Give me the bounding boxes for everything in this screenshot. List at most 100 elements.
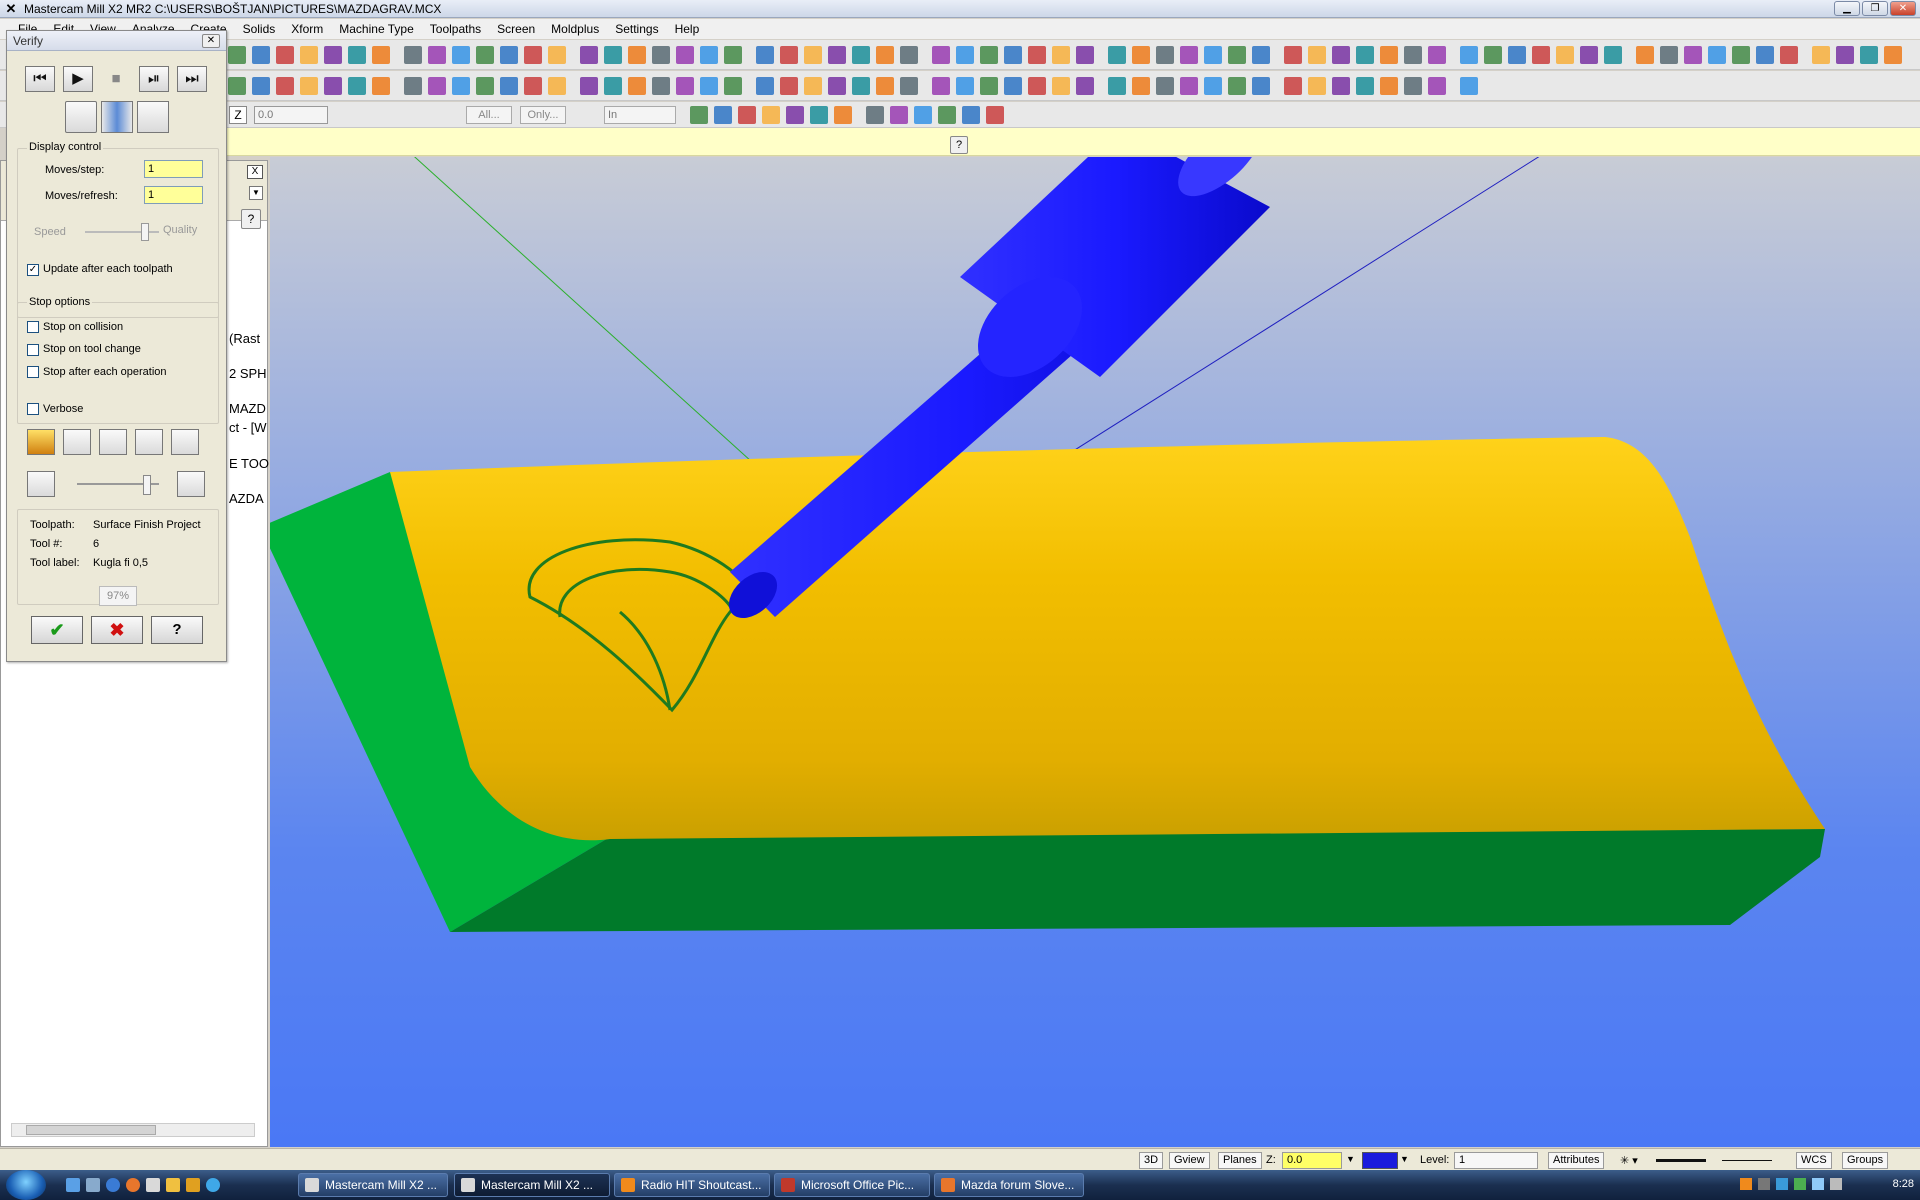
toolbar-icon[interactable] — [980, 46, 998, 64]
toolbar-icon[interactable] — [1484, 46, 1502, 64]
menu-screen[interactable]: Screen — [489, 22, 543, 36]
graphics-viewport[interactable] — [270, 157, 1920, 1147]
toolbar-icon[interactable] — [700, 77, 718, 95]
display-mode-icon[interactable] — [65, 101, 97, 133]
toolbar-icon[interactable] — [1508, 46, 1526, 64]
point-style-icon[interactable]: ✳ ▾ — [1620, 1154, 1638, 1167]
tray-mixer-icon[interactable] — [1758, 1178, 1770, 1190]
toolbar-icon[interactable] — [756, 46, 774, 64]
toolbar-icon[interactable] — [932, 77, 950, 95]
toolbar-icon[interactable] — [1836, 46, 1854, 64]
opmgr-horizontal-scrollbar[interactable] — [11, 1123, 255, 1137]
toolbar-icon[interactable] — [1428, 46, 1446, 64]
toolbar-icon[interactable] — [1284, 77, 1302, 95]
tool-display-icon[interactable] — [137, 101, 169, 133]
fast-forward-button[interactable]: ⏭ — [177, 66, 207, 92]
taskbar-item-active[interactable]: Mastercam Mill X2 ... — [454, 1173, 610, 1197]
line-style-icon[interactable] — [1656, 1159, 1706, 1162]
toolbar-icon[interactable] — [1684, 46, 1702, 64]
toolbar-icon[interactable] — [1660, 46, 1678, 64]
toolbar-icon[interactable] — [604, 46, 622, 64]
toolbar-icon[interactable] — [914, 106, 932, 124]
toolbar-icon[interactable] — [676, 46, 694, 64]
chart-icon[interactable] — [99, 429, 127, 455]
toolbar-icon[interactable] — [228, 77, 246, 95]
toolbar-icon[interactable] — [524, 46, 542, 64]
toolbar-icon[interactable] — [890, 106, 908, 124]
explorer-icon[interactable] — [166, 1178, 180, 1192]
fast-run-icon[interactable] — [177, 471, 205, 497]
menu-xform[interactable]: Xform — [283, 22, 331, 36]
turbo-mode-icon[interactable] — [101, 101, 133, 133]
gview-button[interactable]: Gview — [1169, 1152, 1210, 1169]
scrollbar-thumb[interactable] — [26, 1125, 156, 1135]
ribbon-help-icon[interactable]: ? — [950, 136, 968, 154]
toolbar-icon[interactable] — [956, 46, 974, 64]
toolbar-icon[interactable] — [1580, 46, 1598, 64]
toolbar-icon[interactable] — [372, 77, 390, 95]
toolbar-icon[interactable] — [1156, 46, 1174, 64]
toolbar-icon[interactable] — [1252, 46, 1270, 64]
toolbar-icon[interactable] — [1132, 77, 1150, 95]
toolbar-icon[interactable] — [738, 106, 756, 124]
toolbar-icon[interactable] — [804, 77, 822, 95]
toolbar-icon[interactable] — [1004, 46, 1022, 64]
toolbar-icon[interactable] — [1460, 77, 1478, 95]
toolbar-icon[interactable] — [628, 46, 646, 64]
taskbar-item[interactable]: Radio HIT Shoutcast... — [614, 1173, 770, 1197]
toolbar-icon[interactable] — [866, 106, 884, 124]
mail-icon[interactable] — [186, 1178, 200, 1192]
stop-collision-checkbox[interactable] — [27, 321, 39, 333]
select-only-button[interactable]: Only... — [520, 106, 566, 124]
show-desktop-icon[interactable] — [66, 1178, 80, 1192]
toolbar-icon[interactable] — [476, 46, 494, 64]
stop-button[interactable]: ■ — [101, 66, 131, 92]
toolbar-icon[interactable] — [652, 46, 670, 64]
status-z-input[interactable]: 0.0 — [1282, 1152, 1342, 1169]
toolbar-icon[interactable] — [428, 46, 446, 64]
toolbar-icon[interactable] — [756, 77, 774, 95]
restore-button[interactable]: ❐ — [1862, 1, 1888, 16]
line-width-icon[interactable] — [1722, 1160, 1772, 1161]
menu-settings[interactable]: Settings — [607, 22, 666, 36]
toolbar-icon[interactable] — [724, 46, 742, 64]
verify-options-icon[interactable] — [27, 429, 55, 455]
update-checkbox[interactable]: ✓ — [27, 264, 39, 276]
stop-tool-change-checkbox[interactable] — [27, 344, 39, 356]
toolbar-icon[interactable] — [580, 77, 598, 95]
toolbar-icon[interactable] — [1380, 77, 1398, 95]
toolbar-icon[interactable] — [1076, 77, 1094, 95]
toolbar-icon[interactable] — [876, 46, 894, 64]
tray-network-icon[interactable] — [1776, 1178, 1788, 1190]
switch-windows-icon[interactable] — [86, 1178, 100, 1192]
verbose-checkbox[interactable] — [27, 403, 39, 415]
moves-step-input[interactable]: 1 — [144, 160, 203, 178]
toolbar-icon[interactable] — [900, 46, 918, 64]
toolbar-icon[interactable] — [1204, 77, 1222, 95]
taskbar-item[interactable]: Mastercam Mill X2 ... — [298, 1173, 448, 1197]
toolbar-icon[interactable] — [1308, 77, 1326, 95]
toolbar-icon[interactable] — [1780, 46, 1798, 64]
toolbar-icon[interactable] — [1052, 46, 1070, 64]
toolbar-icon[interactable] — [1004, 77, 1022, 95]
tray-vlc-icon[interactable] — [1740, 1178, 1752, 1190]
toolbar-icon[interactable] — [900, 77, 918, 95]
toolbar-icon[interactable] — [348, 77, 366, 95]
toolbar-icon[interactable] — [628, 77, 646, 95]
system-tray[interactable] — [1740, 1178, 1860, 1192]
toolbar-icon[interactable] — [324, 77, 342, 95]
color-swatch[interactable] — [1362, 1152, 1398, 1169]
toolbar-icon[interactable] — [1860, 46, 1878, 64]
menu-moldplus[interactable]: Moldplus — [543, 22, 607, 36]
tray-monitor-icon[interactable] — [1812, 1178, 1824, 1190]
toolbar-icon[interactable] — [252, 46, 270, 64]
toolbar-icon[interactable] — [500, 46, 518, 64]
toolbar-icon[interactable] — [500, 77, 518, 95]
opmgr-help-icon[interactable]: ? — [241, 209, 261, 229]
mode-3d-button[interactable]: 3D — [1139, 1152, 1164, 1169]
menu-help[interactable]: Help — [667, 22, 708, 36]
toolbar-icon[interactable] — [404, 46, 422, 64]
toolbar-icon[interactable] — [956, 77, 974, 95]
save-stl-icon[interactable] — [171, 429, 199, 455]
toolbar-icon[interactable] — [852, 46, 870, 64]
